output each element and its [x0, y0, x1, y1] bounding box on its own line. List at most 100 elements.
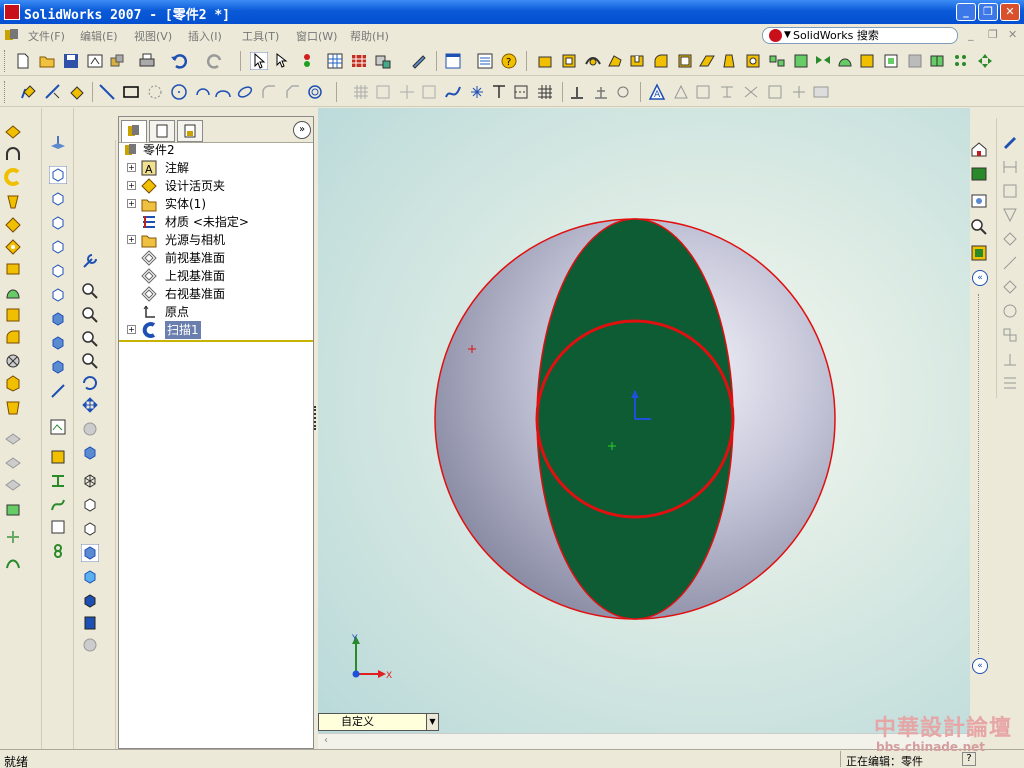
shaded-icon[interactable]	[81, 568, 99, 586]
make-assembly-icon[interactable]	[108, 52, 126, 70]
curves-icon[interactable]	[858, 52, 876, 70]
doc-restore-button[interactable]: ❐	[988, 28, 998, 41]
hole-feature-icon[interactable]	[4, 352, 22, 370]
file-explorer-icon[interactable]	[970, 192, 988, 210]
wrench-icon[interactable]	[81, 252, 99, 270]
design-library-icon[interactable]	[970, 164, 988, 182]
expand-toggle[interactable]: +	[127, 181, 136, 190]
lofted-boss-icon[interactable]	[606, 52, 624, 70]
hidden-lines-removed-icon[interactable]	[81, 520, 99, 538]
model-view-icon[interactable]	[1001, 206, 1019, 224]
menu-view[interactable]: 视图(V)	[134, 28, 172, 44]
bottom-view-icon[interactable]	[49, 310, 67, 328]
left-view-icon[interactable]	[49, 238, 67, 256]
view-orientation-icon[interactable]	[81, 444, 99, 462]
move-face-icon[interactable]	[4, 430, 22, 448]
select-filter-icon[interactable]	[274, 52, 292, 70]
chevron-down-icon[interactable]: ▼	[784, 28, 791, 43]
rectangle-tool-icon[interactable]	[122, 83, 140, 101]
detail-view-icon[interactable]	[1001, 302, 1019, 320]
tree-item-lights-cameras[interactable]: + 光源与相机	[121, 231, 311, 249]
tree-item-right-plane[interactable]: 右视基准面	[121, 285, 311, 303]
home-icon[interactable]	[970, 140, 988, 158]
toolbar-grip[interactable]	[4, 81, 7, 103]
expand-toggle[interactable]: +	[127, 235, 136, 244]
cut-extrude-icon[interactable]	[628, 52, 646, 70]
maximize-button[interactable]: ❐	[978, 3, 998, 21]
new-document-icon[interactable]	[14, 52, 32, 70]
replace-face-icon[interactable]	[4, 476, 22, 494]
mirror-icon[interactable]	[814, 52, 832, 70]
back-view-icon[interactable]	[49, 214, 67, 232]
extrude-boss-icon[interactable]	[4, 122, 22, 140]
annotation-note-icon[interactable]: A	[648, 83, 666, 101]
redo-icon[interactable]	[206, 52, 224, 70]
fillet-feature-icon[interactable]	[4, 328, 22, 346]
window-layout-icon[interactable]	[444, 52, 462, 70]
ellipse-tool-icon[interactable]	[236, 83, 254, 101]
tree-item-material[interactable]: 材质 <未指定>	[121, 213, 311, 231]
move-body-icon[interactable]	[976, 52, 994, 70]
crop-view-icon[interactable]	[1001, 326, 1019, 344]
dome-icon[interactable]	[836, 52, 854, 70]
revolve-boss-icon[interactable]	[4, 146, 22, 164]
task-pane-expand-button[interactable]: «	[972, 658, 988, 674]
surface-finish-icon[interactable]	[672, 83, 690, 101]
solidworks-search-input[interactable]: ▼ SolidWorks 搜索	[762, 27, 958, 44]
sketch-grid-icon[interactable]	[536, 83, 554, 101]
tree-item-origin[interactable]: 原点	[121, 303, 311, 321]
front-view-icon[interactable]	[49, 190, 67, 208]
projected-curve-icon[interactable]	[49, 518, 67, 536]
convert-entities-icon[interactable]	[374, 83, 392, 101]
zoom-to-selection-icon[interactable]	[81, 352, 99, 370]
shadows-in-shaded-icon[interactable]	[81, 592, 99, 610]
draft-icon[interactable]	[720, 52, 738, 70]
menu-window[interactable]: 窗口(W)	[296, 28, 337, 44]
tree-item-annotations[interactable]: + A 注解	[121, 159, 311, 177]
move-entities-icon[interactable]	[790, 83, 808, 101]
tab-property-manager[interactable]	[149, 120, 175, 142]
spline-icon[interactable]	[444, 83, 462, 101]
loft-boss-icon[interactable]	[4, 192, 22, 210]
fix-relation-icon[interactable]	[614, 83, 632, 101]
text-tool-icon[interactable]	[490, 83, 508, 101]
linear-pattern-icon[interactable]	[768, 52, 786, 70]
menu-tools[interactable]: 工具(T)	[242, 28, 279, 44]
chevron-down-icon[interactable]: ▼	[426, 714, 438, 730]
cut-extrude-icon[interactable]	[4, 238, 22, 256]
display-relations-icon[interactable]	[592, 83, 610, 101]
shaded-with-edges-icon[interactable]	[81, 544, 99, 562]
datum-icon[interactable]	[694, 83, 712, 101]
make-drawing-icon[interactable]	[86, 52, 104, 70]
hole-callout-icon[interactable]	[766, 83, 784, 101]
tangent-arc-icon[interactable]	[214, 83, 232, 101]
zoom-to-area-icon[interactable]	[81, 306, 99, 324]
reference-geometry-icon[interactable]	[882, 52, 900, 70]
solidworks-menu-icon[interactable]	[4, 27, 20, 43]
sketch-chamfer-icon[interactable]	[284, 83, 302, 101]
toolbar-grip[interactable]	[4, 50, 7, 72]
top-view-icon[interactable]	[49, 286, 67, 304]
panel-expand-button[interactable]: »	[293, 121, 311, 139]
sketch-fillet-icon[interactable]	[260, 83, 278, 101]
dome-feature-icon[interactable]	[4, 284, 22, 302]
sketch-point-icon[interactable]	[468, 83, 486, 101]
undo-icon[interactable]	[170, 52, 188, 70]
expand-toggle[interactable]: +	[127, 163, 136, 172]
help-button[interactable]: ?	[962, 752, 976, 766]
rib-feature-icon[interactable]	[4, 398, 22, 416]
freeform-icon[interactable]	[952, 52, 970, 70]
block-icon[interactable]	[812, 83, 830, 101]
tab-feature-manager[interactable]	[121, 120, 147, 142]
weld-symbol-icon[interactable]	[718, 83, 736, 101]
fillet-icon[interactable]	[652, 52, 670, 70]
extend-entities-icon[interactable]	[420, 83, 438, 101]
hole-wizard-icon[interactable]	[744, 52, 762, 70]
alternate-position-icon[interactable]	[1001, 374, 1019, 392]
geometric-tolerance-icon[interactable]	[742, 83, 760, 101]
single-view-icon[interactable]	[49, 358, 67, 376]
instant-3d-icon[interactable]	[49, 448, 67, 466]
sketch-icon[interactable]	[20, 83, 38, 101]
projected-view-icon[interactable]	[1001, 230, 1019, 248]
trim-entities-icon[interactable]	[398, 83, 416, 101]
